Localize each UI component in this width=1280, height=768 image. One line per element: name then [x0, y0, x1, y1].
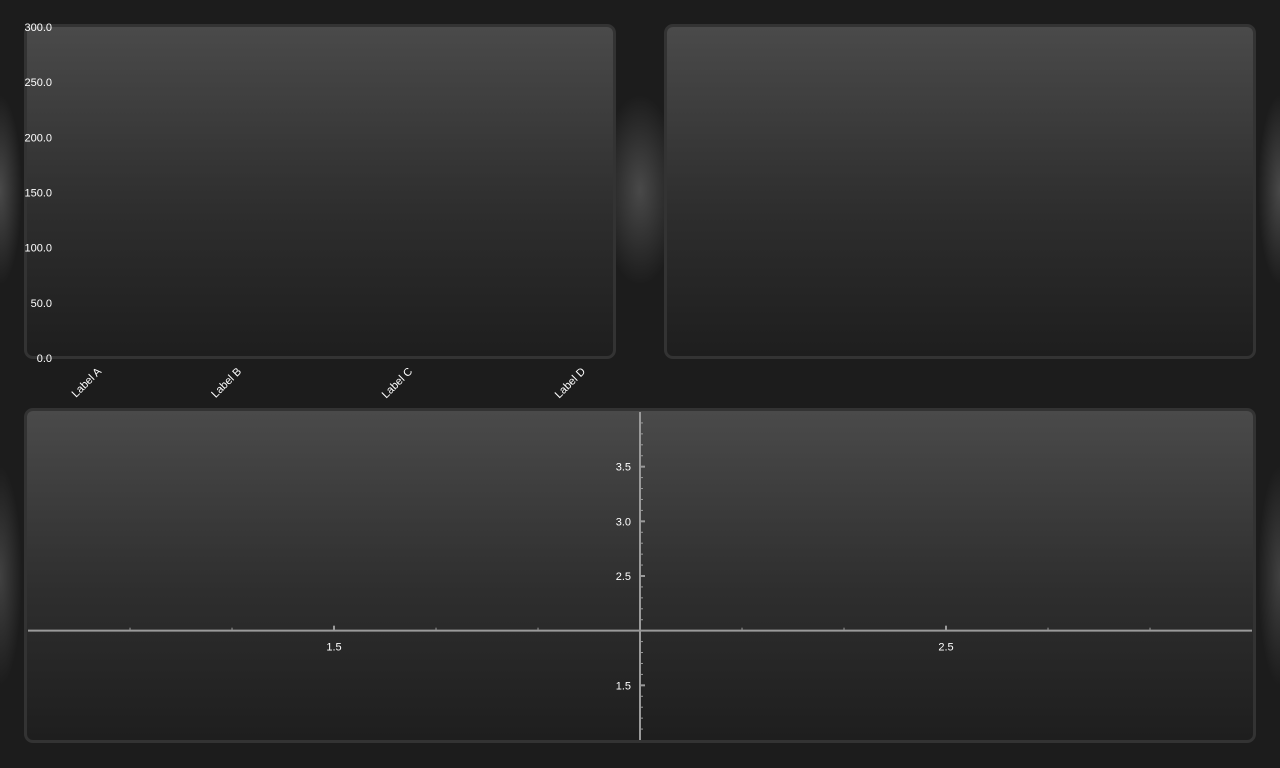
axes-chart-x-tick-label: 2.5	[938, 642, 953, 654]
axes-chart-y-tick-label: 3.0	[616, 516, 631, 528]
dashboard-canvas: 0.0 50.0 100.0 150.0 200.0 250.0 300.0 Label A…	[0, 0, 1280, 768]
axes-chart-x-tick-label: 1.5	[326, 642, 341, 654]
axes-chart: 1.5 2.5 1.5 2.5 3.0 3.5	[28, 412, 1252, 740]
axes-chart-y-tick-label: 3.5	[616, 462, 631, 474]
axes-chart-y-tick-label: 2.5	[616, 571, 631, 583]
axes-chart-y-tick-label: 1.5	[616, 680, 631, 692]
